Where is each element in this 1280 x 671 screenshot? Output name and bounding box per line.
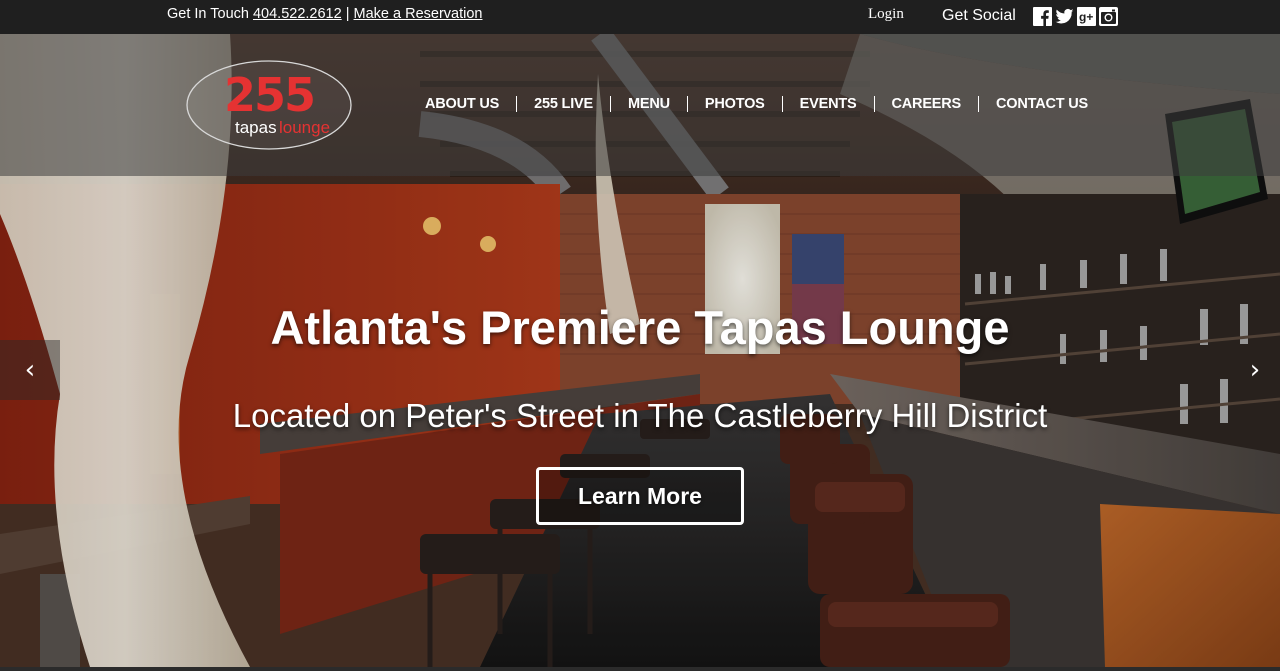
logo-word-lounge: lounge: [279, 118, 330, 137]
nav-contact-us[interactable]: CONTACT US: [978, 96, 1105, 112]
phone-link[interactable]: 404.522.2612: [253, 6, 342, 22]
nav-photos[interactable]: PHOTOS: [686, 96, 782, 112]
login-link[interactable]: Login: [868, 6, 904, 23]
site-logo[interactable]: 255 tapas lounge: [185, 59, 353, 151]
hero-headline: Atlanta's Premiere Tapas Lounge: [270, 301, 1010, 354]
get-in-touch-label: Get In Touch: [167, 6, 249, 22]
logo-word-tapas: tapas: [235, 118, 277, 137]
nav-255-live[interactable]: 255 LIVE: [516, 96, 610, 112]
slider-next-button[interactable]: ›: [1230, 340, 1280, 400]
slider-prev-button[interactable]: ‹: [0, 340, 60, 400]
hero-slider: 255 tapas lounge ABOUT US 255 LIVE MENU …: [0, 34, 1280, 667]
logo-number: 255: [224, 68, 314, 122]
instagram-icon[interactable]: [1099, 7, 1118, 26]
chevron-left-icon: ‹: [24, 355, 36, 385]
get-social-label: Get Social: [942, 7, 1016, 24]
hero-subhead: Located on Peter's Street in The Castleb…: [232, 397, 1048, 434]
learn-more-button[interactable]: Learn More: [536, 467, 744, 525]
nav-about-us[interactable]: ABOUT US: [410, 96, 516, 112]
main-nav: ABOUT US 255 LIVE MENU PHOTOS EVENTS CAR…: [410, 96, 1105, 112]
nav-menu[interactable]: MENU: [609, 96, 687, 112]
contact-separator: |: [341, 6, 354, 22]
reservation-link[interactable]: Make a Reservation: [354, 6, 483, 22]
bottom-strip: [0, 667, 1280, 671]
twitter-icon[interactable]: [1055, 7, 1074, 26]
chevron-right-icon: ›: [1249, 355, 1261, 385]
top-bar: Get In Touch 404.522.2612 | Make a Reser…: [0, 0, 1280, 34]
google-plus-icon[interactable]: g+: [1077, 7, 1096, 26]
nav-careers[interactable]: CAREERS: [873, 96, 979, 112]
facebook-icon[interactable]: [1033, 7, 1052, 26]
social-icons: g+: [1033, 7, 1118, 26]
nav-events[interactable]: EVENTS: [781, 96, 874, 112]
svg-text:g+: g+: [1079, 10, 1093, 24]
contact-info: Get In Touch 404.522.2612 | Make a Reser…: [167, 6, 482, 22]
